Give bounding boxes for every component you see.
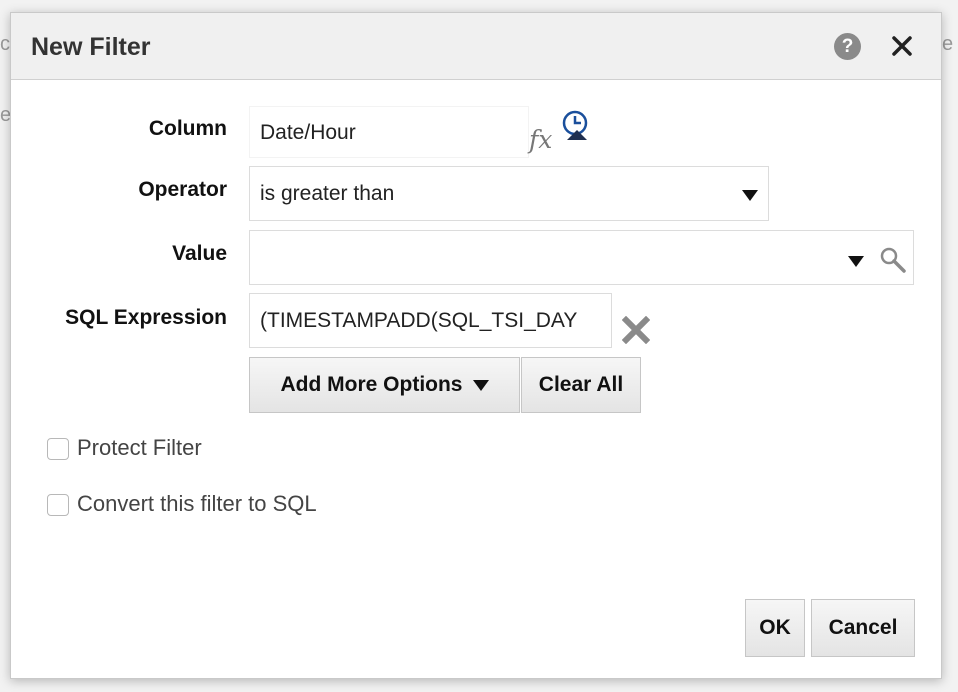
value-combobox[interactable] — [249, 230, 914, 285]
ok-button[interactable]: OK — [745, 599, 805, 657]
help-glyph: ? — [841, 36, 854, 57]
operator-select[interactable]: is greater than — [249, 166, 769, 221]
operator-selected-value: is greater than — [260, 182, 395, 205]
protect-filter-checkbox[interactable] — [47, 438, 69, 460]
value-label: Value — [172, 242, 227, 265]
column-field: Date/Hour — [249, 106, 529, 158]
ok-label: OK — [759, 616, 791, 639]
cancel-button[interactable]: Cancel — [811, 599, 915, 657]
new-filter-dialog: New Filter ? Column Date/Hour fx Operato… — [10, 12, 942, 679]
dialog-title: New Filter — [31, 33, 151, 61]
add-more-options-label: Add More Options — [280, 373, 463, 396]
clear-all-label: Clear All — [538, 373, 624, 396]
background-text: c — [0, 33, 10, 55]
operator-label: Operator — [138, 178, 227, 201]
column-label: Column — [148, 117, 227, 140]
column-value: Date/Hour — [260, 121, 356, 144]
background-text: e — [942, 33, 954, 55]
convert-to-sql-checkbox[interactable] — [47, 494, 69, 516]
chevron-down-icon — [742, 190, 758, 201]
protect-filter-label[interactable]: Protect Filter — [77, 435, 202, 461]
help-icon[interactable]: ? — [834, 33, 861, 60]
chevron-down-icon[interactable] — [848, 256, 864, 267]
cancel-label: Cancel — [828, 616, 898, 639]
sql-expression-value: (TIMESTAMPADD(SQL_TSI_DAY — [260, 309, 578, 332]
dialog-titlebar: New Filter ? — [11, 13, 941, 80]
delete-icon[interactable] — [622, 316, 650, 344]
sql-expression-label: SQL Expression — [65, 306, 227, 329]
close-icon[interactable] — [891, 35, 913, 57]
column-properties-icon[interactable] — [561, 110, 593, 142]
convert-to-sql-label[interactable]: Convert this filter to SQL — [77, 491, 317, 517]
clear-all-button[interactable]: Clear All — [521, 357, 641, 413]
fx-icon[interactable]: fx — [529, 125, 552, 154]
sql-expression-field[interactable]: (TIMESTAMPADD(SQL_TSI_DAY — [249, 293, 612, 348]
search-icon[interactable] — [879, 246, 907, 274]
chevron-down-icon — [472, 379, 489, 391]
add-more-options-button[interactable]: Add More Options — [249, 357, 520, 413]
